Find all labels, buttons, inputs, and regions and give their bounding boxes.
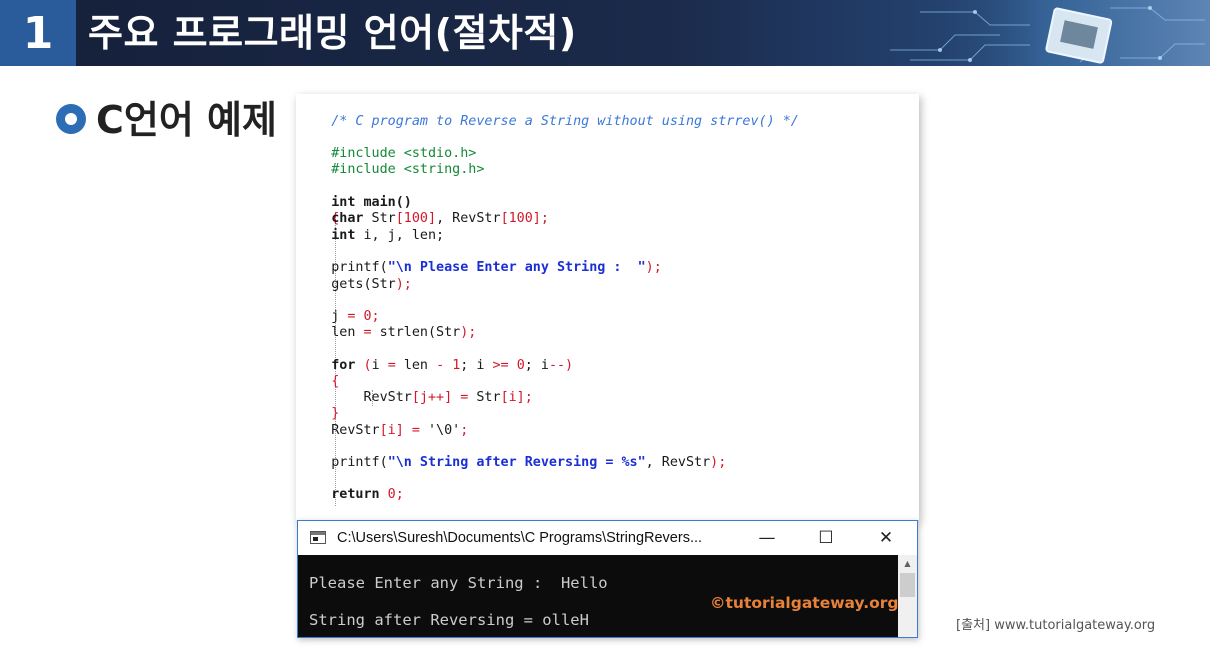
console-window: C:\Users\Suresh\Documents\C Programs\Str… — [297, 520, 918, 638]
code-token: ; — [460, 423, 469, 438]
console-title: C:\Users\Suresh\Documents\C Programs\Str… — [337, 530, 703, 546]
circuit-chip-graphic — [880, 0, 1210, 66]
code-token: ); — [395, 277, 412, 292]
code-close-brace-line: } — [299, 503, 339, 520]
code-assign-j-line: j = 0; — [299, 309, 380, 325]
code-token: gets(Str — [331, 277, 396, 292]
code-token: = — [387, 358, 404, 373]
code-token: ); — [460, 325, 477, 340]
code-token: [i] = — [379, 423, 428, 438]
code-token: RevStr — [331, 423, 380, 438]
console-output: Please Enter any String : Hello String a… — [298, 555, 917, 637]
code-token: ( — [355, 358, 372, 373]
slide-title: 주요 프로그래밍 언어(절차적) — [88, 11, 577, 55]
watermark: ©tutorialgateway.org — [710, 594, 899, 612]
code-token: 0; — [379, 487, 404, 502]
code-string: "\n String after Reversing = %s" — [387, 455, 646, 470]
code-string: "\n Please Enter any String : " — [387, 260, 646, 275]
code-token: char — [331, 211, 364, 226]
code-gets-line: gets(Str); — [299, 277, 412, 293]
loop-open-brace: { — [331, 374, 340, 389]
code-token: [i]; — [500, 390, 533, 405]
code-token: >= — [492, 358, 517, 373]
code-decl-int-line: int i, j, len; — [299, 228, 444, 244]
code-token: len — [403, 358, 437, 373]
scroll-up-arrow-icon[interactable]: ▲ — [898, 555, 917, 572]
code-comment: /* C program to Reverse a String without… — [331, 114, 799, 129]
code-assign-len-line: len = strlen(Str); — [299, 325, 476, 341]
code-token: i, j, len; — [355, 228, 445, 243]
code-include-line: #include <string.h> — [299, 146, 484, 177]
code-token: , RevStr — [645, 455, 711, 470]
code-token: ); — [710, 455, 727, 470]
code-printf2-line: printf("\n String after Reversing = %s",… — [299, 455, 726, 471]
code-loop-close-line: } — [299, 406, 339, 422]
code-token: strlen(Str — [379, 325, 461, 340]
code-token: - — [436, 358, 453, 373]
code-token: j — [331, 309, 348, 324]
console-titlebar[interactable]: C:\Users\Suresh\Documents\C Programs\Str… — [298, 521, 917, 555]
code-token: printf( — [331, 455, 388, 470]
code-loop-open-line: { — [299, 374, 339, 390]
code-token: [j++] = — [411, 390, 477, 405]
code-token: [100] — [395, 211, 437, 226]
code-token: return — [331, 487, 380, 502]
code-loop-body-line: RevStr[j++] = Str[i]; — [299, 390, 533, 406]
include-string: #include <string.h> — [331, 162, 485, 177]
code-token: ); — [645, 260, 662, 275]
code-token: RevStr — [363, 390, 412, 405]
console-output-line: Please Enter any String : Hello — [309, 574, 608, 592]
code-token: 0 — [516, 358, 525, 373]
code-include-line: #include <stdio.h> — [299, 130, 476, 161]
code-return-line: return 0; — [299, 487, 404, 503]
main-declaration: int main() — [331, 195, 412, 210]
code-token: int — [331, 228, 356, 243]
slide-header: 1 주요 프로그래밍 언어(절차적) — [0, 0, 1210, 66]
minimize-button[interactable]: — — [744, 521, 790, 555]
code-token: 0; — [363, 309, 380, 324]
code-comment-line: /* C program to Reverse a String without… — [299, 98, 799, 129]
code-listing: /* C program to Reverse a String without… — [296, 94, 919, 520]
code-for-line: for (i = len - 1; i >= 0; i--) — [299, 358, 573, 374]
console-output-line: String after Reversing = olleH — [309, 611, 589, 629]
code-token: '\0' — [428, 423, 461, 438]
source-citation: [출처] www.tutorialgateway.org — [956, 618, 1156, 633]
code-token: , RevStr — [436, 211, 501, 226]
console-scrollbar[interactable]: ▲ — [898, 555, 917, 637]
code-decl-char-line: char Str[100], RevStr[100]; — [299, 211, 549, 227]
code-token: Str — [476, 390, 501, 405]
code-printf1-line: printf("\n Please Enter any String : "); — [299, 260, 662, 276]
section-heading: C언어 예제 — [96, 98, 277, 142]
scroll-thumb[interactable] — [900, 573, 915, 597]
code-null-term-line: RevStr[i] = '\0'; — [299, 423, 468, 439]
code-token: printf( — [331, 260, 388, 275]
section-number: 1 — [0, 0, 76, 66]
close-button[interactable]: ✕ — [863, 521, 909, 555]
console-window-icon — [310, 531, 326, 544]
ring-bullet-icon — [56, 104, 86, 134]
code-token: --) — [548, 358, 574, 373]
code-open-brace-line: { — [299, 195, 339, 226]
code-token: ; i — [524, 358, 549, 373]
code-token: ; i — [460, 358, 493, 373]
loop-close-brace: } — [331, 406, 340, 421]
code-token: i — [371, 358, 388, 373]
code-token: = — [363, 325, 380, 340]
code-token: for — [331, 358, 356, 373]
code-main-line: int main() — [299, 179, 412, 210]
maximize-button[interactable]: ☐ — [803, 521, 849, 555]
code-token: [100]; — [500, 211, 549, 226]
code-token: len — [331, 325, 364, 340]
code-token: = — [347, 309, 364, 324]
code-token: Str — [363, 211, 396, 226]
